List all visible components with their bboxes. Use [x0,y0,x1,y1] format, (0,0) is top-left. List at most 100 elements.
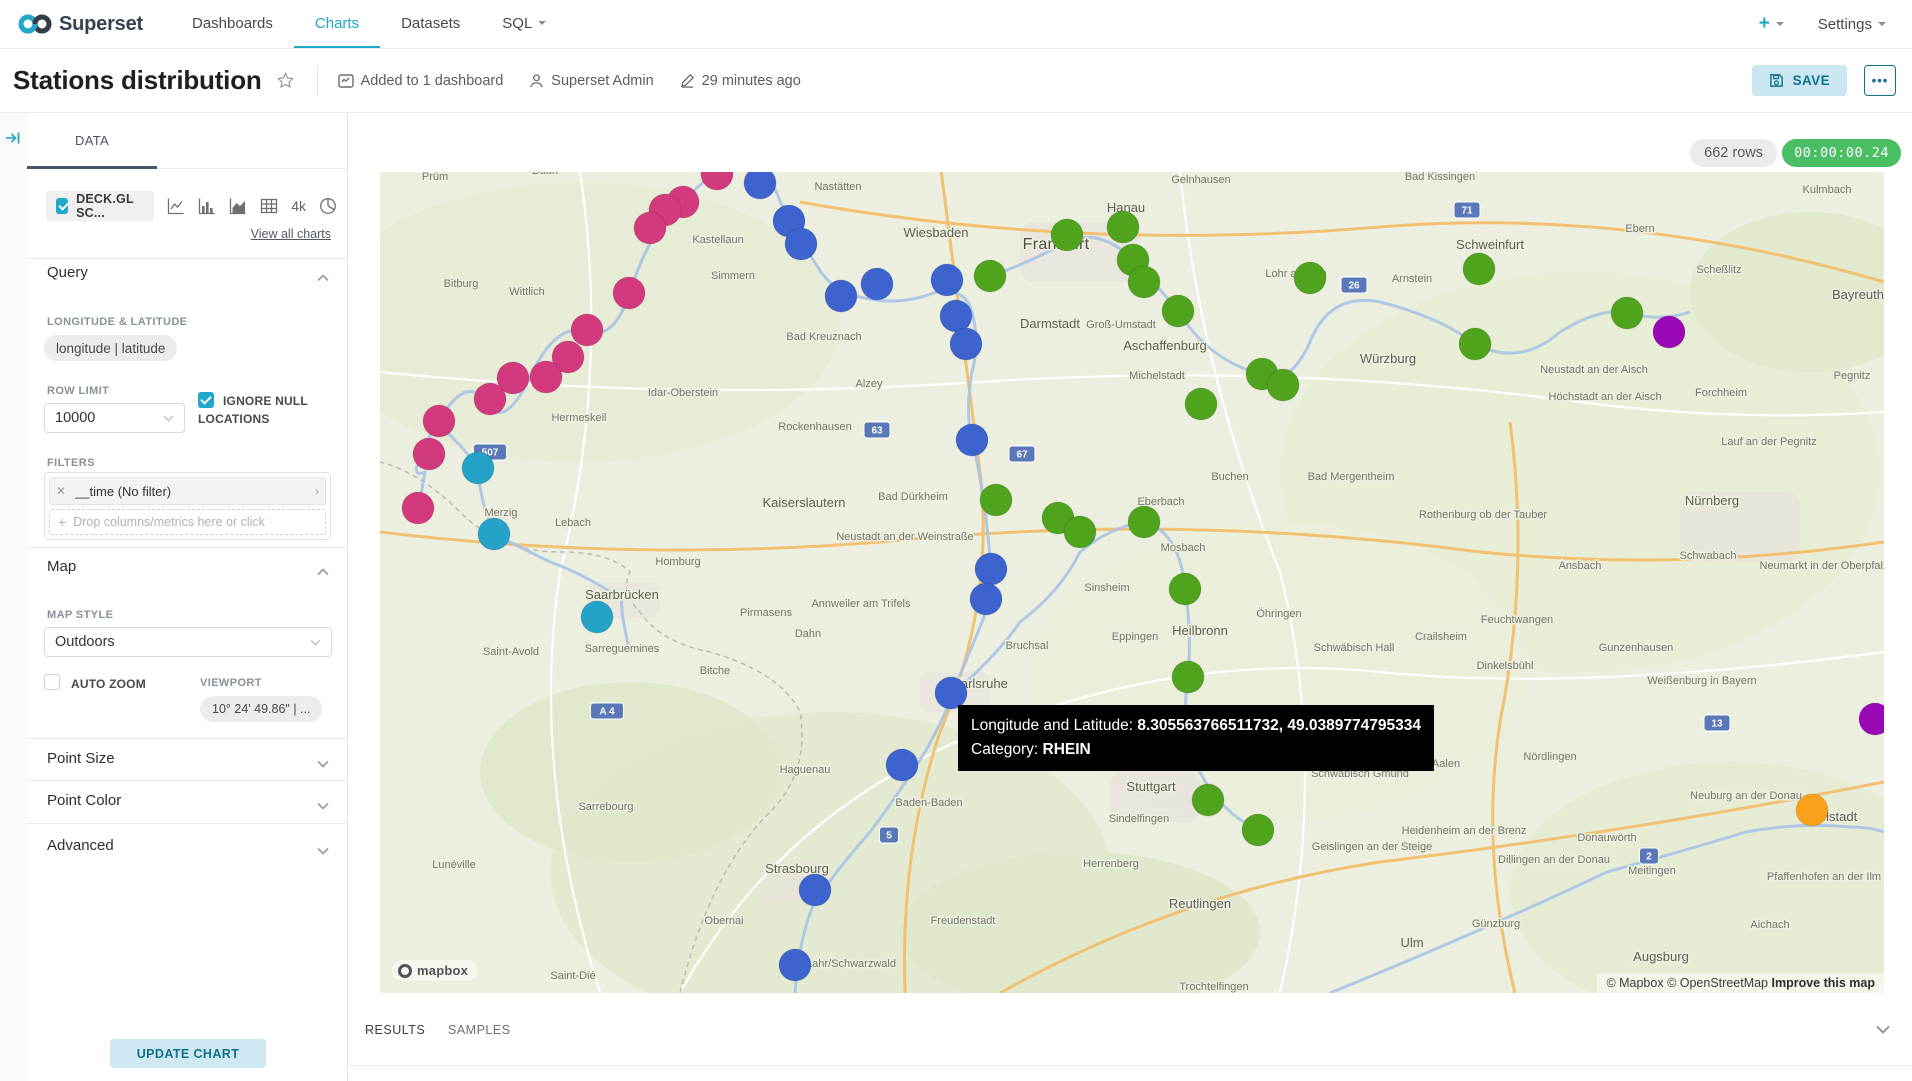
section-query[interactable]: Query [47,264,88,281]
dashboards-count[interactable]: Added to 1 dashboard [338,73,504,89]
mapbox-logo[interactable]: mapbox [392,960,478,981]
map-data-point[interactable] [956,424,988,456]
map-data-point[interactable] [1051,219,1083,251]
map-data-point[interactable] [1128,506,1160,538]
chevron-up-icon[interactable] [317,563,329,581]
table-icon[interactable] [260,197,278,215]
map-data-point[interactable] [402,492,434,524]
new-item-button[interactable]: + [1759,13,1784,35]
remove-filter-icon[interactable]: ✕ [56,484,66,498]
filters-dropzone[interactable]: + Drop columns/metrics here or click [49,509,326,535]
map-data-point[interactable] [462,452,494,484]
map-data-point[interactable] [940,300,972,332]
map-data-point[interactable] [1267,369,1299,401]
more-options-button[interactable]: ••• [1864,65,1896,96]
map-data-point[interactable] [530,361,562,393]
map-data-point[interactable] [886,749,918,781]
map-town-label: Buchen [1211,471,1248,483]
map-data-point[interactable] [799,874,831,906]
map-style-select[interactable]: Outdoors [44,627,332,657]
map-data-point[interactable] [423,405,455,437]
bar-chart-icon[interactable] [198,197,216,215]
map-data-point[interactable] [571,314,603,346]
chevron-down-icon[interactable] [317,842,329,860]
map-data-point[interactable] [861,268,893,300]
superset-logo[interactable]: Superset [18,0,143,48]
map-data-point[interactable] [975,553,1007,585]
expand-panel-button[interactable] [5,129,21,147]
attrib-mapbox-link[interactable]: © Mapbox [1606,976,1663,990]
map-data-point[interactable] [1064,516,1096,548]
auto-zoom-checkbox[interactable] [44,674,60,690]
tab-samples[interactable]: SAMPLES [448,1023,511,1037]
map-data-point[interactable] [950,328,982,360]
line-chart-icon[interactable] [167,197,185,215]
chevron-down-icon[interactable] [317,755,329,773]
map-data-point[interactable] [1128,266,1160,298]
section-map[interactable]: Map [47,558,76,575]
nav-charts[interactable]: Charts [294,0,380,48]
map-data-point[interactable] [1463,253,1495,285]
map-data-point[interactable] [1162,295,1194,327]
viz-type-chip[interactable]: DECK.GL SC... [46,191,154,221]
map-data-point[interactable] [581,601,613,633]
lonlat-chip[interactable]: longitude | latitude [44,335,177,361]
map-data-point[interactable] [970,583,1002,615]
area-chart-icon[interactable] [229,197,247,215]
section-point-color[interactable]: Point Color [47,792,121,809]
chevron-down-icon[interactable] [317,797,329,815]
attrib-osm-link[interactable]: © OpenStreetMap [1667,976,1768,990]
map-data-point[interactable] [974,260,1006,292]
map-data-point[interactable] [1242,814,1274,846]
section-advanced[interactable]: Advanced [47,837,114,854]
map-data-point[interactable] [931,264,963,296]
nav-dashboards[interactable]: Dashboards [171,0,294,48]
map-town-label: Schwäbisch Hall [1314,642,1395,654]
map-data-point[interactable] [1294,262,1326,294]
settings-menu[interactable]: Settings [1818,16,1886,33]
map-data-point[interactable] [1459,328,1491,360]
ignore-null-checkbox[interactable] [198,392,214,408]
map-data-point[interactable] [1796,794,1828,826]
map-data-point[interactable] [613,277,645,309]
favorite-star-button[interactable] [276,71,295,90]
attrib-improve-link[interactable]: Improve this map [1772,976,1876,990]
map-data-point[interactable] [744,172,776,199]
map-data-point[interactable] [785,228,817,260]
chart-owner[interactable]: Superset Admin [529,73,653,89]
view-all-charts-link[interactable]: View all charts [251,227,331,241]
map-data-point[interactable] [1107,211,1139,243]
section-point-size[interactable]: Point Size [47,750,115,767]
chevron-up-icon[interactable] [317,269,329,287]
last-modified[interactable]: 29 minutes ago [680,73,801,89]
map-data-point[interactable] [980,484,1012,516]
tab-results[interactable]: RESULTS [365,1023,425,1037]
road-shield: 26 [1341,277,1367,293]
save-button[interactable]: SAVE [1752,65,1847,96]
map-data-point[interactable] [779,949,811,981]
map-data-point[interactable] [1653,316,1685,348]
map-data-point[interactable] [1169,573,1201,605]
viz-4k-label[interactable]: 4k [291,198,306,214]
map-data-point[interactable] [825,280,857,312]
map-data-point[interactable] [634,212,666,244]
map-town-label: Ebern [1625,223,1654,235]
row-limit-select[interactable]: 10000 [44,403,185,433]
filter-chip-time[interactable]: ✕ __time (No filter) › [49,477,326,505]
map-canvas: PrümDaunNastättenGelnhausenBad Kissingen… [380,172,1884,993]
map-data-point[interactable] [1185,388,1217,420]
update-chart-button[interactable]: UPDATE CHART [110,1039,266,1068]
nav-datasets[interactable]: Datasets [380,0,481,48]
nav-sql[interactable]: SQL [481,0,567,48]
map-data-point[interactable] [1172,661,1204,693]
pie-chart-icon[interactable] [319,197,337,215]
viewport-chip[interactable]: 10° 24' 49.86" | ... [200,696,322,722]
map-data-point[interactable] [413,438,445,470]
map-data-point[interactable] [1192,784,1224,816]
deckgl-map[interactable]: PrümDaunNastättenGelnhausenBad Kissingen… [380,172,1884,993]
collapse-data-panel-button[interactable] [1876,1021,1890,1039]
map-data-point[interactable] [474,383,506,415]
tab-data[interactable]: DATA [27,113,157,168]
map-data-point[interactable] [1611,297,1643,329]
map-data-point[interactable] [478,518,510,550]
